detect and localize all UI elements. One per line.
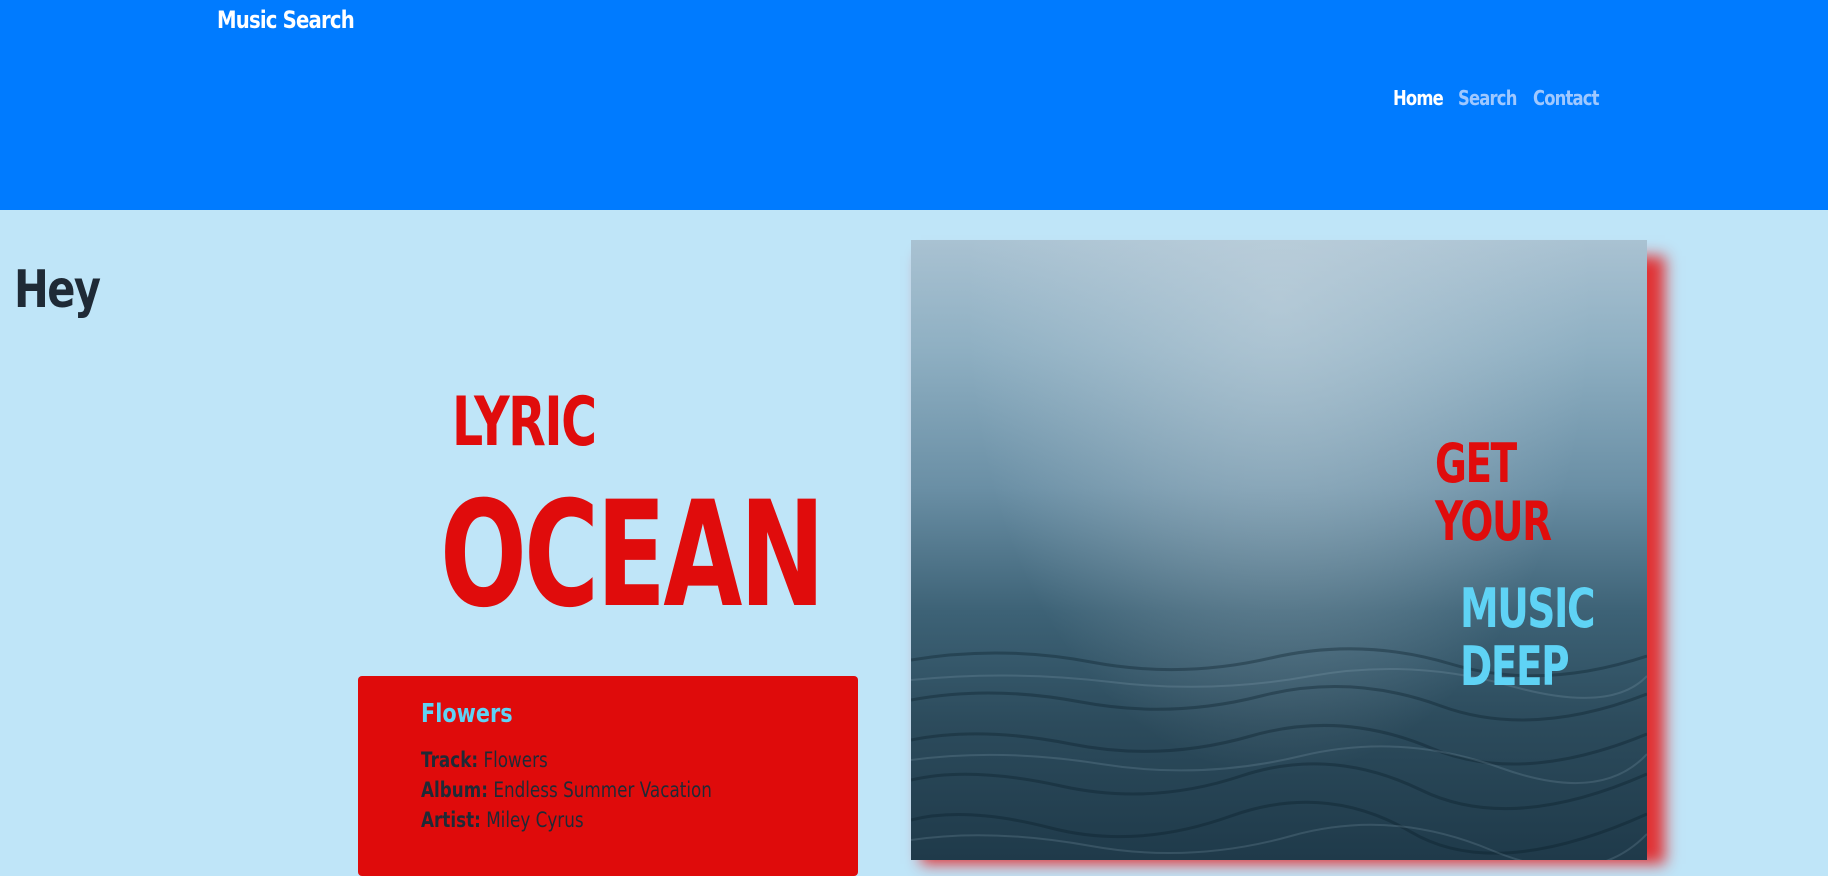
nav-link-contact[interactable]: Contact <box>1533 86 1600 110</box>
hero-music-deep-text: MUSIC DEEP <box>1460 577 1596 698</box>
nav-link-home[interactable]: Home <box>1393 86 1444 110</box>
brand-logo-text[interactable]: Music Search <box>217 6 355 34</box>
track-line: Track: Flowers <box>421 748 548 772</box>
nav-link-search[interactable]: Search <box>1458 86 1517 110</box>
track-label: Track: <box>421 748 479 772</box>
album-label: Album: <box>421 778 488 802</box>
artist-line: Artist: Miley Cyrus <box>421 808 584 832</box>
lyric-heading: LYRIC <box>452 383 597 462</box>
nav-links: Home Search Contact <box>1393 86 1603 110</box>
artist-label: Artist: <box>421 808 481 832</box>
hero-line-get: GET <box>1435 432 1517 495</box>
hero-line-music: MUSIC <box>1460 577 1596 640</box>
song-title: Flowers <box>421 699 513 729</box>
album-line: Album: Endless Summer Vacation <box>421 778 712 802</box>
song-result-card[interactable]: Flowers Track: Flowers Album: Endless Su… <box>358 676 858 876</box>
hero-line-your: YOUR <box>1435 490 1552 553</box>
track-value: Flowers <box>483 748 548 772</box>
greeting-heading: Hey <box>14 260 101 320</box>
hero-line-deep: DEEP <box>1460 635 1570 698</box>
navbar: Music Search Home Search Contact <box>0 0 1828 210</box>
ocean-heading: OCEAN <box>440 470 825 640</box>
artist-value: Miley Cyrus <box>486 808 584 832</box>
hero-get-your-text: GET YOUR <box>1435 432 1552 553</box>
hero-ocean-image: GET YOUR MUSIC DEEP <box>911 240 1647 860</box>
album-value: Endless Summer Vacation <box>493 778 712 802</box>
